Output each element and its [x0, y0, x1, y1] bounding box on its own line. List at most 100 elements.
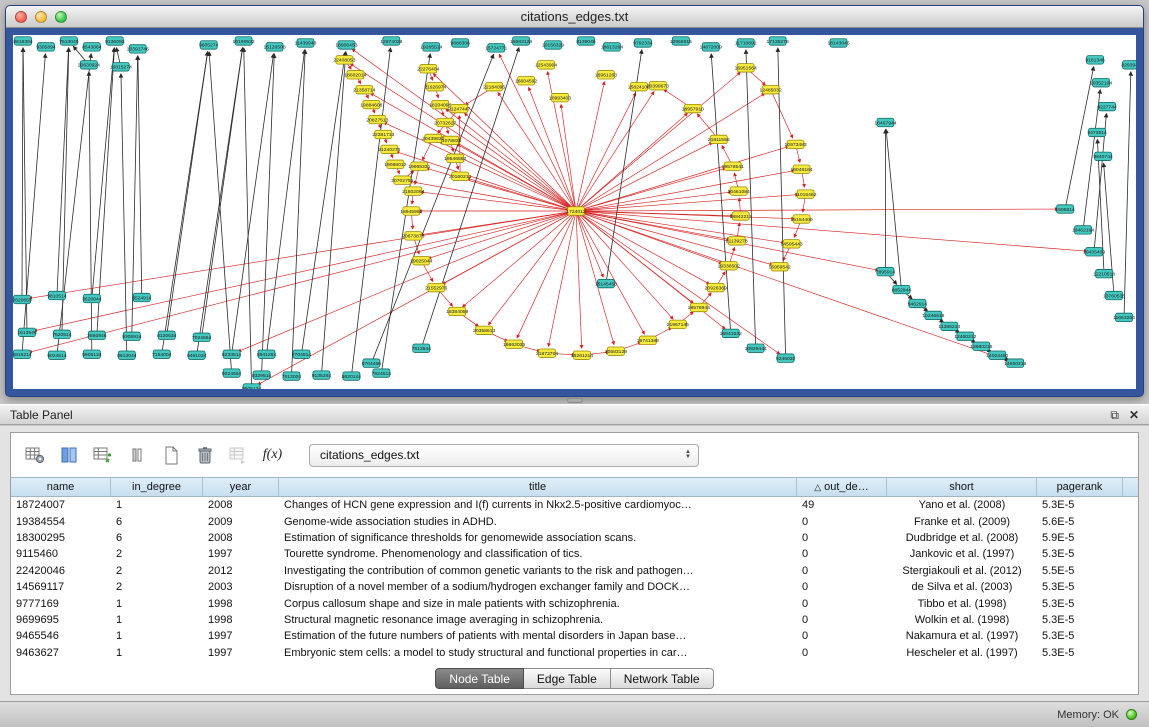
graph-node[interactable]: 16961263	[595, 71, 617, 79]
cell-in_degree[interactable]: 1	[111, 499, 203, 511]
cell-title[interactable]: Changes of HCN gene expression and I(f) …	[279, 499, 797, 511]
graph-node[interactable]: 8941264	[257, 350, 277, 358]
cell-out_degree[interactable]: 0	[797, 647, 887, 659]
table-row[interactable]: 1938455462009Genome-wide association stu…	[11, 513, 1138, 529]
cell-name[interactable]: 9463627	[11, 647, 111, 659]
column-header-short[interactable]: short	[887, 478, 1037, 496]
graph-node[interactable]: 22184095	[483, 82, 505, 90]
graph-node[interactable]: 16906453	[335, 41, 357, 49]
cell-name[interactable]: 19384554	[11, 516, 111, 528]
table-row[interactable]: 911546021997Tourette syndrome. Phenomeno…	[11, 546, 1138, 562]
graph-node[interactable]: 3620044	[82, 294, 102, 302]
graph-node[interactable]: 19965331	[408, 162, 430, 170]
cell-short[interactable]: Tibbo et al. (1998)	[887, 598, 1037, 610]
cell-name[interactable]: 18300295	[11, 532, 111, 544]
graph-node[interactable]: 19088012	[384, 160, 406, 168]
graph-node[interactable]: 10156329	[542, 41, 564, 49]
graph-node[interactable]: 8473514	[1087, 128, 1107, 136]
cell-year[interactable]: 2009	[203, 516, 279, 528]
cell-pagerank[interactable]: 5.3E-5	[1037, 647, 1123, 659]
graph-node[interactable]: 10993403	[549, 93, 571, 101]
graph-node[interactable]: 16604592	[515, 77, 537, 85]
cell-year[interactable]: 2008	[203, 499, 279, 511]
minimize-window-button[interactable]	[35, 11, 47, 23]
graph-node[interactable]: 18143046	[827, 39, 849, 47]
graph-node[interactable]: 13760535	[1103, 291, 1125, 299]
cell-name[interactable]: 22420046	[11, 565, 111, 577]
graph-node[interactable]: 21358714	[353, 85, 375, 93]
show-columns-button[interactable]	[55, 442, 82, 468]
graph-node[interactable]: 22276404	[417, 65, 439, 73]
graph-node[interactable]: 7924514	[372, 369, 392, 377]
graph-node[interactable]: 8704466	[362, 359, 382, 367]
graph-node[interactable]: 22381713	[372, 130, 394, 138]
graph-node[interactable]: 10352104	[1090, 79, 1112, 87]
tab-edge-table[interactable]: Edge Table	[524, 668, 611, 689]
graph-node[interactable]: 14872009	[700, 43, 722, 51]
cell-title[interactable]: Estimation of the future numbers of pati…	[279, 630, 797, 642]
graph-node[interactable]: 16815274	[110, 63, 132, 71]
cell-title[interactable]: Investigating the contribution of common…	[279, 565, 797, 577]
graph-node[interactable]: 18602014	[344, 71, 366, 79]
graph-node[interactable]: 8852944	[892, 285, 912, 293]
graph-node[interactable]: 9605274	[199, 41, 219, 49]
graph-node[interactable]: 20461084	[728, 187, 750, 195]
graph-node[interactable]: 8543064	[82, 43, 102, 51]
graph-node[interactable]: 20673876	[402, 232, 424, 240]
graph-node[interactable]: 20583129	[605, 347, 627, 355]
graph-node[interactable]: 18576944	[688, 303, 710, 311]
table-row[interactable]: 1872400712008Changes of HCN gene express…	[11, 497, 1138, 513]
graph-node[interactable]: 9305894	[36, 43, 56, 51]
graph-node[interactable]: 20926369	[705, 283, 727, 291]
graph-node[interactable]: 2860946	[87, 331, 107, 339]
graph-node[interactable]: 7704514	[292, 350, 312, 358]
graph-node[interactable]: 9505134	[242, 384, 262, 389]
graph-node[interactable]: 8139046	[576, 37, 596, 45]
function-builder-button[interactable]: f(x)	[259, 442, 286, 468]
cell-out_degree[interactable]: 0	[797, 630, 887, 642]
graph-node[interactable]: 14650219	[1004, 359, 1026, 367]
graph-node[interactable]: 19546862	[444, 154, 466, 162]
column-header-year[interactable]: year	[203, 478, 279, 496]
window-titlebar[interactable]: citations_edges.txt	[6, 6, 1143, 28]
zoom-window-button[interactable]	[55, 11, 67, 23]
graph-node[interactable]: 18842217	[730, 212, 752, 220]
graph-node[interactable]: 16462194	[1072, 226, 1094, 234]
graph-node[interactable]: 15154409	[791, 215, 813, 223]
cell-name[interactable]: 9115460	[11, 548, 111, 560]
cell-title[interactable]: Corpus callosum shape and size in male p…	[279, 598, 797, 610]
graph-node[interactable]: 18384059	[446, 307, 468, 315]
cell-out_degree[interactable]: 0	[797, 614, 887, 626]
graph-node[interactable]: 19862025	[503, 340, 525, 348]
column-header-out-degree[interactable]: △ out_de…	[797, 478, 887, 496]
graph-node[interactable]: 10435409	[1083, 248, 1105, 256]
cell-short[interactable]: Wolkin et al. (1998)	[887, 614, 1037, 626]
cell-pagerank[interactable]: 5.3E-5	[1037, 630, 1123, 642]
graph-node[interactable]: 7924664	[192, 333, 212, 341]
graph-node[interactable]: 15145456	[595, 279, 617, 287]
cell-year[interactable]: 1997	[203, 630, 279, 642]
graph-node[interactable]: 9024664	[222, 369, 242, 377]
graph-node[interactable]: 12958615	[670, 37, 692, 45]
graph-node[interactable]: 9886306	[451, 39, 471, 47]
table-mode-button[interactable]	[21, 442, 48, 468]
column-header-in-degree[interactable]: in_degree	[111, 478, 203, 496]
graph-node[interactable]: 20827513	[366, 115, 388, 123]
graph-node[interactable]: 9024514	[47, 351, 67, 359]
graph-node[interactable]: 15724771	[485, 44, 507, 52]
cell-pagerank[interactable]: 5.3E-5	[1037, 614, 1123, 626]
delete-columns-button[interactable]	[123, 442, 150, 468]
graph-node[interactable]: 12460312	[954, 332, 976, 340]
cell-name[interactable]: 14569117	[11, 581, 111, 593]
cell-short[interactable]: Stergiakouli et al. (2012)	[887, 565, 1037, 577]
graph-node[interactable]: 7520514	[52, 330, 72, 338]
cell-out_degree[interactable]: 0	[797, 598, 887, 610]
cell-name[interactable]: 9699695	[11, 614, 111, 626]
cell-pagerank[interactable]: 5.5E-5	[1037, 565, 1123, 577]
graph-node[interactable]: 18613264	[601, 43, 623, 51]
cell-title[interactable]: Embryonic stem cells: a model to study s…	[279, 647, 797, 659]
graph-node[interactable]: 19336502	[718, 261, 740, 269]
graph-node[interactable]: 1724012	[566, 207, 586, 215]
cell-year[interactable]: 1997	[203, 647, 279, 659]
graph-node[interactable]: 7154004	[152, 350, 172, 358]
